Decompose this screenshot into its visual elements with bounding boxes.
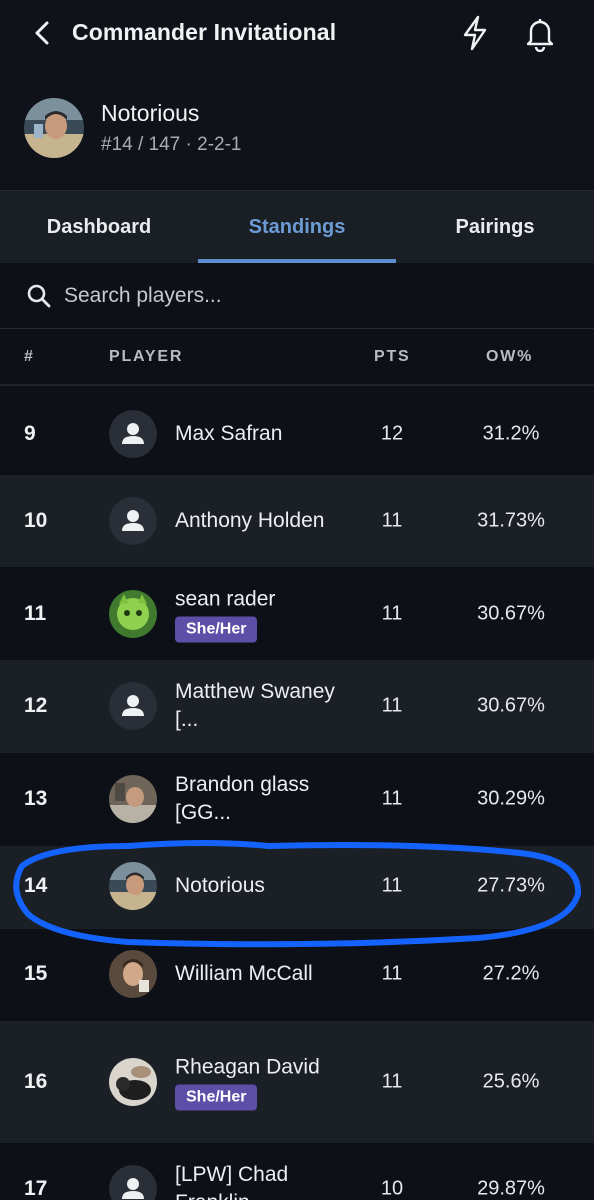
search-bar	[0, 263, 594, 329]
person-placeholder-icon	[109, 1165, 157, 1200]
tab-dashboard[interactable]: Dashboard	[0, 191, 198, 264]
player-opp-win-pct: 27.2%	[482, 962, 540, 985]
top-bar: Commander Invitational Notorious #14 / 1…	[0, 0, 594, 190]
player-points: 11	[381, 874, 403, 897]
player-opp-win-pct: 29.87%	[477, 1177, 545, 1200]
person-placeholder-icon	[109, 682, 157, 730]
player-opp-win-pct: 31.73%	[477, 509, 545, 532]
standings-row[interactable]: 15 William McCall 11 27.2%	[0, 929, 594, 1021]
player-opp-win-pct: 27.73%	[477, 874, 545, 897]
standings-row[interactable]: 9 Max Safran 12 31.2%	[0, 388, 594, 475]
player-name[interactable]: William McCall	[175, 960, 350, 988]
row-rank: 11	[24, 602, 47, 625]
player-points: 11	[381, 1070, 403, 1093]
tab-standings[interactable]: Standings	[198, 191, 396, 264]
player-name[interactable]: Rheagan David	[175, 1054, 350, 1082]
pronoun-badge: She/Her	[175, 616, 258, 643]
column-opp-win-pct[interactable]: OW%	[486, 348, 533, 366]
back-chevron-icon[interactable]	[28, 18, 56, 48]
person-placeholder-icon	[109, 410, 157, 458]
user-photo-avatar	[109, 862, 157, 910]
standings-row[interactable]: 10 Anthony Holden 11 31.73%	[0, 475, 594, 567]
player-name[interactable]: [LPW] Chad Franklin	[175, 1161, 350, 1200]
player-points: 11	[381, 694, 403, 717]
player-name[interactable]: Brandon glass [GG...	[175, 771, 350, 827]
row-rank: 14	[24, 874, 48, 897]
player-points: 12	[380, 422, 404, 445]
tab-bar: Dashboard Standings Pairings	[0, 190, 594, 263]
player-points: 11	[381, 602, 403, 625]
column-player[interactable]: PLAYER	[109, 348, 183, 366]
player-opp-win-pct: 31.2%	[482, 422, 540, 445]
profile-name: Notorious	[101, 100, 200, 126]
player-opp-win-pct: 30.29%	[477, 787, 545, 810]
standings-row[interactable]: 17 [LPW] Chad Franklin 10 29.87%	[0, 1143, 594, 1200]
player-points: 11	[381, 962, 403, 985]
row-rank: 10	[24, 509, 48, 532]
standings-list: 9 Max Safran 12 31.2% 10 Anthony Holden …	[0, 388, 594, 1200]
bell-icon[interactable]	[522, 14, 558, 52]
search-input[interactable]	[64, 276, 564, 316]
player-name[interactable]: Anthony Holden	[175, 507, 350, 535]
column-rank[interactable]: #	[24, 348, 35, 366]
player-opp-win-pct: 30.67%	[477, 602, 545, 625]
standings-row-current-user[interactable]: 14 Notorious 11 27.73%	[0, 846, 594, 929]
tab-pairings[interactable]: Pairings	[396, 191, 594, 264]
row-rank: 13	[24, 787, 48, 810]
user-photo-avatar	[109, 775, 157, 823]
search-icon	[27, 284, 51, 308]
green-cat-avatar	[109, 590, 157, 638]
profile-rank-record: #14 / 147 · 2-2-1	[101, 134, 242, 155]
player-opp-win-pct: 25.6%	[482, 1070, 540, 1093]
column-points[interactable]: PTS	[374, 348, 411, 366]
player-name[interactable]: Max Safran	[175, 420, 350, 448]
player-name[interactable]: Matthew Swaney [...	[175, 678, 350, 734]
cat-photo-avatar	[109, 1058, 157, 1106]
standings-row[interactable]: 12 Matthew Swaney [... 11 30.67%	[0, 660, 594, 753]
row-rank: 17	[24, 1177, 48, 1200]
row-rank: 15	[24, 962, 48, 985]
player-opp-win-pct: 30.67%	[477, 694, 545, 717]
player-points: 11	[381, 509, 403, 532]
player-name[interactable]: sean rader	[175, 586, 350, 614]
player-points: 10	[380, 1177, 404, 1200]
row-rank: 16	[24, 1070, 48, 1093]
pronoun-badge: She/Her	[175, 1084, 258, 1111]
lightning-bolt-icon[interactable]	[458, 14, 492, 52]
page-title: Commander Invitational	[72, 19, 337, 45]
player-points: 11	[381, 787, 403, 810]
standings-header: # PLAYER PTS OW%	[0, 330, 594, 386]
standings-row[interactable]: 11 sean rader She/Her 11 30.67%	[0, 567, 594, 660]
row-rank: 12	[24, 694, 48, 717]
person-placeholder-icon	[109, 497, 157, 545]
standings-row[interactable]: 16 Rheagan David She/Her 11 25.6%	[0, 1021, 594, 1143]
player-name[interactable]: Notorious	[175, 872, 350, 900]
row-rank: 9	[24, 422, 36, 445]
standings-row[interactable]: 13 Brandon glass [GG... 11 30.29%	[0, 753, 594, 846]
profile-avatar[interactable]	[24, 98, 84, 158]
user-photo-avatar	[109, 950, 157, 998]
